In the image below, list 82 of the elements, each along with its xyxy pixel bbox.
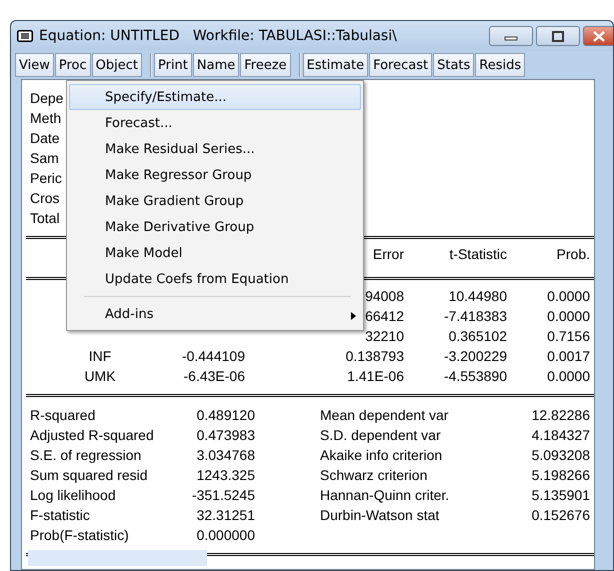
toolbar-button[interactable]: Resids [475, 53, 526, 77]
stat-label: Schwarz criterion [320, 466, 428, 485]
table-cell-text: INF [88, 347, 112, 366]
maximize-icon [551, 30, 565, 42]
toolbar-button[interactable]: Name [192, 53, 240, 77]
column-header: Error [372, 245, 404, 264]
table-cell-text: -7.418383 [444, 307, 507, 326]
toolbar-button[interactable]: Proc [54, 53, 91, 77]
stat-label: R-squared [30, 406, 96, 425]
stat-value: -351.5245 [190, 486, 255, 505]
stat-value: 1243.325 [196, 466, 255, 485]
toolbar-button[interactable]: Freeze [240, 53, 291, 77]
stat-value: 0.489120 [196, 406, 255, 425]
table-cell-text: 10.44980 [448, 287, 507, 306]
table-cell-text: -0.444109 [182, 347, 245, 366]
table-cell-text: 66412 [365, 307, 404, 326]
toolbar-button[interactable]: Forecast [369, 53, 432, 77]
stat-value: 5.198266 [530, 466, 590, 485]
column-header: Prob. [556, 245, 590, 264]
stat-value: 0.000000 [196, 526, 255, 545]
menu-item[interactable]: Add-ins [69, 301, 361, 327]
menu-item[interactable]: Make Residual Series... [69, 136, 361, 162]
toolbar-button[interactable]: View [15, 53, 54, 77]
table-cell-text: 0.0000 [547, 367, 590, 386]
stat-label: Durbin-Watson stat [320, 506, 440, 525]
stat-label: F-statistic [30, 506, 91, 525]
header-line: Cros [30, 189, 60, 208]
window-title: Equation: UNTITLED Workfile: TABULASI::Tabulasi\ [39, 28, 398, 44]
header-line: Meth [30, 109, 62, 128]
table-cell-text: 0.138793 [346, 347, 404, 366]
table-cell-text: UMK [84, 367, 116, 386]
maximize-button[interactable] [536, 26, 580, 46]
menu-item[interactable]: Make Model [69, 240, 361, 266]
stat-label: Adjusted R-squared [30, 426, 155, 445]
menu-item[interactable]: Forecast... [69, 110, 361, 136]
submenu-arrow-icon [351, 312, 356, 320]
stat-value: 0.152676 [530, 506, 590, 525]
table-cell-text: -4.553890 [444, 367, 507, 386]
header-line: Peric [30, 169, 62, 188]
table-cell-text: -3.200229 [444, 347, 507, 366]
menu-item[interactable]: Make Derivative Group [69, 214, 361, 240]
table-cell-text: 1.41E-06 [347, 367, 404, 386]
stat-value: 5.135901 [530, 486, 590, 505]
minimize-button[interactable] [489, 26, 533, 46]
toolbar-button[interactable]: Estimate [302, 53, 368, 77]
table-cell-text: -6.43E-06 [184, 367, 245, 386]
table-cell-text: 0.0017 [547, 347, 590, 366]
stat-label: S.D. dependent var [320, 426, 442, 445]
toolbar-button[interactable]: Print [154, 53, 192, 77]
stat-value: 5.093208 [530, 446, 590, 465]
table-cell-text: 0.0000 [547, 307, 590, 326]
stat-value: 3.034768 [196, 446, 255, 465]
header-line: Date [30, 129, 60, 148]
stat-value: 4.184327 [530, 426, 590, 445]
stat-label: Log likelihood [30, 486, 117, 505]
table-cell-text: 0.7156 [547, 327, 590, 346]
menu-item[interactable]: Make Regressor Group [69, 162, 361, 188]
toolbar-button[interactable]: Object [92, 53, 142, 77]
stat-label: Prob(F-statistic) [30, 526, 130, 545]
header-line: Depe [30, 89, 64, 108]
close-icon [592, 30, 606, 42]
stat-label: S.E. of regression [30, 446, 142, 465]
stat-value: 12.82286 [530, 406, 590, 425]
stat-label: Mean dependent var [320, 406, 450, 425]
stat-label: Sum squared resid [30, 466, 149, 485]
table-cell-text: 32210 [365, 327, 404, 346]
header-line: Total [30, 209, 60, 228]
stat-label: Akaike info criterion [320, 446, 444, 465]
header-line: Sam [30, 149, 59, 168]
stat-value: 32.31251 [196, 506, 255, 525]
close-button[interactable] [583, 26, 613, 46]
table-cell-text: 0.0000 [547, 287, 590, 306]
menu-item[interactable]: Update Coefs from Equation [69, 266, 361, 292]
menu-item[interactable]: Make Gradient Group [69, 188, 361, 214]
stat-value: 0.473983 [196, 426, 255, 445]
toolbar-button[interactable]: Stats [433, 53, 474, 77]
menu-item[interactable]: Specify/Estimate... [69, 84, 361, 110]
window-menu-icon[interactable] [17, 30, 33, 42]
table-cell-text: 94008 [365, 287, 404, 306]
table-cell-text: 0.365102 [448, 327, 507, 346]
column-header: t-Statistic [449, 245, 507, 264]
stat-label: Hannan-Quinn criter. [320, 486, 450, 505]
